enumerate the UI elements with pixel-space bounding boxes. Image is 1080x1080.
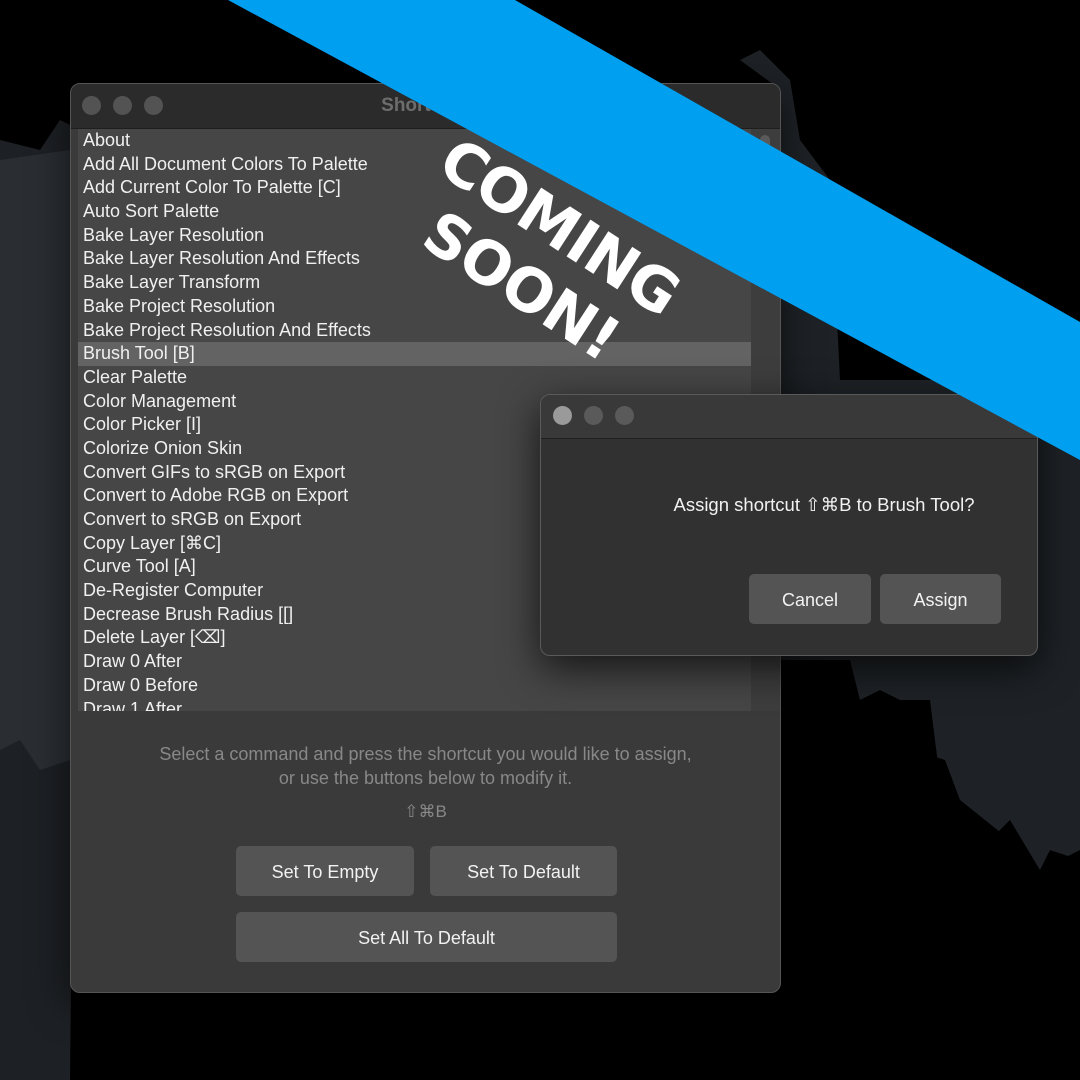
dialog-message: Assign shortcut ⇧⌘B to Brush Tool? <box>673 494 975 515</box>
assign-shortcut-dialog: Assign shortcut ⇧⌘B to Brush Tool? Cance… <box>540 394 1038 656</box>
set-to-default-button[interactable]: Set To Default <box>430 846 617 896</box>
command-list-item[interactable]: Draw 0 Before <box>78 674 751 698</box>
dialog-titlebar[interactable] <box>541 395 1037 439</box>
dialog-minimize-button[interactable] <box>584 406 603 425</box>
cancel-button[interactable]: Cancel <box>749 574 871 624</box>
current-shortcut-display: ⇧⌘B <box>404 802 447 821</box>
set-to-empty-button[interactable]: Set To Empty <box>236 846 414 896</box>
dialog-window-controls <box>553 406 634 425</box>
instruction-text: Select a command and press the shortcut … <box>71 742 780 790</box>
dialog-zoom-button[interactable] <box>615 406 634 425</box>
instruction-line-1: Select a command and press the shortcut … <box>159 744 692 764</box>
command-list-item[interactable]: Draw 1 After <box>78 698 751 712</box>
instruction-line-2: or use the buttons below to modify it. <box>278 768 573 788</box>
set-all-to-default-button[interactable]: Set All To Default <box>236 912 617 962</box>
dialog-close-button[interactable] <box>553 406 572 425</box>
assign-button[interactable]: Assign <box>880 574 1001 624</box>
scrollbar-thumb[interactable] <box>760 135 770 175</box>
rock-silhouette-left-lower <box>0 150 70 770</box>
